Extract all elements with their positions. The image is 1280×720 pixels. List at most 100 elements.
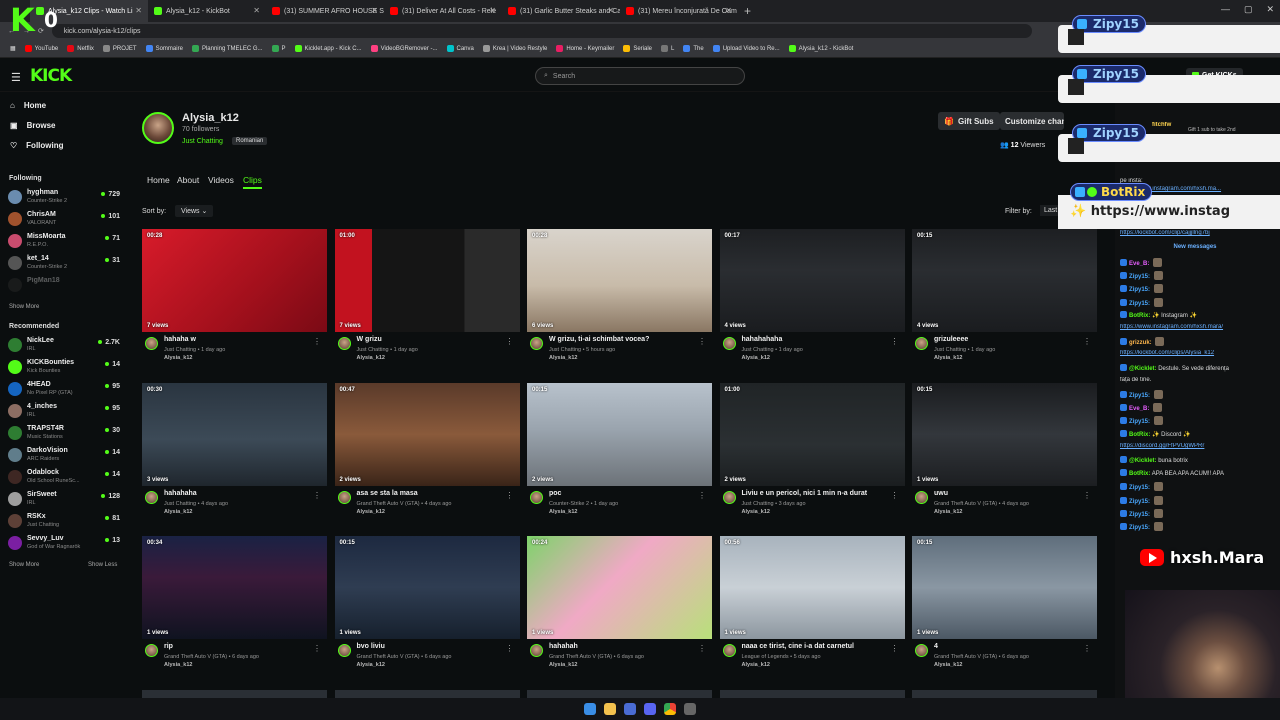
bookmark-item[interactable]: Sommaire	[145, 45, 183, 52]
clip-title[interactable]: bvo liviu	[357, 643, 385, 650]
bookmark-item[interactable]: VideoBGRemover -...	[370, 45, 438, 52]
sidebar-channel[interactable]: DarkoVision ARC Raiders 14	[8, 446, 120, 466]
sidebar-nav-following[interactable]: ♡ Following	[10, 141, 64, 150]
sidebar-channel[interactable]: KICKBounties Kick Bounties 14	[8, 358, 120, 378]
browser-tab[interactable]: (31) SUMMER AFRO HOUSE Su ✕	[266, 0, 384, 22]
clip-card[interactable]: 00:30 3 views hahahaha Just Chatting • 4…	[142, 382, 327, 523]
clip-thumbnail[interactable]: 01:00 7 views	[334, 229, 520, 332]
clip-user[interactable]: Alysia_k12	[934, 662, 962, 668]
chat-link[interactable]: https://kickbot.com/clips/Alysia_k12	[1120, 350, 1214, 356]
clip-title[interactable]: 4	[934, 643, 938, 650]
avatar[interactable]	[530, 490, 543, 504]
clip-card[interactable]: 00:24 1 views hahahah Grand Theft Auto V…	[527, 536, 712, 676]
clip-user[interactable]: Alysia_k12	[742, 662, 770, 668]
maximize-icon[interactable]: ▢	[1244, 4, 1253, 15]
bookmark-item[interactable]: Home - Keymailer	[556, 45, 614, 52]
clip-user[interactable]: Alysia_k12	[549, 662, 577, 668]
clip-card[interactable]: 00:15 1 views uwu Grand Theft Auto V (GT…	[912, 382, 1097, 523]
avatar[interactable]	[145, 337, 158, 350]
bookmark-item[interactable]: Alysia_k12 - KickBot	[788, 45, 853, 52]
avatar[interactable]	[722, 644, 736, 657]
chat-username[interactable]: Zipy15:	[1129, 419, 1150, 425]
clip-category[interactable]: Just Chatting	[549, 347, 581, 353]
more-options-icon[interactable]: ⋮	[1083, 337, 1091, 346]
close-tab-icon[interactable]: ✕	[725, 6, 732, 15]
more-options-icon[interactable]: ⋮	[506, 491, 514, 500]
clip-thumbnail[interactable]: 00:30 3 views	[142, 382, 327, 486]
clip-thumbnail[interactable]: 00:15 1 views	[912, 536, 1097, 639]
avatar[interactable]	[530, 644, 543, 657]
clip-thumbnail[interactable]: 00:15 1 views	[912, 382, 1097, 486]
clip-card[interactable]: 00:15 1 views bvo liviu Grand Theft Auto…	[334, 536, 520, 676]
chat-username[interactable]: Zipy15:	[1129, 274, 1150, 280]
chat-username[interactable]: Zipy15:	[1129, 287, 1150, 293]
clip-user[interactable]: Alysia_k12	[742, 509, 770, 515]
chat-link[interactable]: https://discord.gg/FfPVUgWPRr	[1120, 443, 1204, 449]
bookmark-item[interactable]: Upload Video to Re...	[712, 45, 780, 52]
clip-category[interactable]: Just Chatting	[164, 347, 196, 353]
bookmark-item[interactable]: Krea | Video Restyle	[482, 45, 547, 52]
clip-category[interactable]: Just Chatting	[934, 347, 966, 353]
clip-title[interactable]: rip	[164, 643, 173, 650]
sort-dropdown[interactable]: Views ⌄	[175, 205, 214, 217]
chat-username[interactable]: fitchfw	[1152, 122, 1171, 128]
more-options-icon[interactable]: ⋮	[891, 491, 899, 500]
clip-title[interactable]: grizuleeee	[934, 336, 968, 343]
calendar-icon[interactable]	[624, 703, 636, 715]
clip-thumbnail[interactable]: 00:34 1 views	[142, 536, 327, 639]
more-options-icon[interactable]: ⋮	[1083, 491, 1091, 500]
clip-user[interactable]: Alysia_k12	[549, 355, 577, 361]
file-explorer-icon[interactable]	[604, 703, 616, 715]
more-options-icon[interactable]: ⋮	[506, 337, 514, 346]
clip-category[interactable]: Just Chatting	[357, 347, 389, 353]
clip-user[interactable]: Alysia_k12	[742, 355, 770, 361]
clip-card[interactable]: 00:15 4 views grizuleeee Just Chatting •…	[912, 229, 1097, 369]
clip-thumbnail[interactable]: 00:15 4 views	[912, 229, 1097, 332]
clip-category[interactable]: Grand Theft Auto V (GTA)	[357, 501, 420, 507]
close-tab-icon[interactable]: ✕	[371, 6, 378, 15]
clip-thumbnail[interactable]: 00:28 7 views	[142, 229, 327, 332]
bookmark-item[interactable]: L	[661, 45, 674, 52]
more-options-icon[interactable]: ⋮	[891, 337, 899, 346]
clip-category[interactable]: Grand Theft Auto V (GTA)	[549, 654, 612, 660]
clip-title[interactable]: hahahaha	[164, 490, 197, 497]
browser-tab[interactable]: (31) Mereu înconjurată De Oam ✕	[620, 0, 738, 22]
sidebar-channel[interactable]: SirSweet IRL 128	[8, 490, 120, 510]
settings-icon[interactable]	[684, 703, 696, 715]
clip-thumbnail[interactable]: 00:15 1 views	[334, 536, 520, 639]
clip-card[interactable]: 00:15 1 views 4 Grand Theft Auto V (GTA)…	[912, 536, 1097, 676]
more-options-icon[interactable]: ⋮	[891, 644, 899, 653]
chat-username[interactable]: @Kicklet:	[1129, 366, 1157, 372]
clip-category[interactable]: Grand Theft Auto V (GTA)	[357, 654, 420, 660]
bookmark-item[interactable]: YouTube	[24, 45, 58, 52]
chat-username[interactable]: Zipy15:	[1129, 512, 1150, 518]
avatar[interactable]	[530, 337, 543, 350]
show-more-button[interactable]: Show More	[9, 562, 39, 568]
clip-card[interactable]: 00:28 6 views W grizu, ti-ai schimbat vo…	[527, 229, 712, 369]
clip-title[interactable]: uwu	[934, 490, 948, 497]
clip-user[interactable]: Alysia_k12	[164, 662, 192, 668]
clip-user[interactable]: Alysia_k12	[934, 355, 962, 361]
avatar[interactable]	[337, 644, 351, 657]
chat-username[interactable]: Zipy15:	[1129, 525, 1150, 531]
clip-title[interactable]: hahaha w	[164, 336, 196, 343]
clip-title[interactable]: poc	[549, 490, 561, 497]
more-options-icon[interactable]: ⋮	[698, 491, 706, 500]
sidebar-nav-home[interactable]: ⌂ Home	[10, 101, 46, 110]
clip-user[interactable]: Alysia_k12	[357, 662, 385, 668]
clip-card[interactable]: 00:28 7 views hahaha w Just Chatting • 1…	[142, 229, 327, 369]
chat-username[interactable]: Zipy15:	[1129, 301, 1150, 307]
clip-card[interactable]: 00:17 4 views hahahahaha Just Chatting •…	[719, 229, 905, 369]
sidebar-channel[interactable]: NickLee IRL 2.7K	[8, 336, 120, 356]
avatar[interactable]	[337, 337, 351, 350]
clip-thumbnail[interactable]: 00:24 1 views	[527, 536, 712, 639]
sidebar-channel[interactable]: TRAPST4R Music Stations 30	[8, 424, 120, 444]
clip-category[interactable]: Counter-Strike 2	[549, 501, 589, 507]
clip-title[interactable]: Liviu e un pericol, nici 1 min n-a durat	[742, 490, 868, 497]
close-tab-icon[interactable]: ✕	[135, 6, 142, 15]
search-input[interactable]: ⌕ Search	[535, 67, 745, 85]
clip-category[interactable]: Grand Theft Auto V (GTA)	[164, 654, 227, 660]
apps-icon[interactable]: ▦	[10, 45, 16, 52]
clip-card[interactable]: 00:34 1 views rip Grand Theft Auto V (GT…	[142, 536, 327, 676]
sidebar-nav-browse[interactable]: ▣ Browse	[10, 121, 55, 130]
